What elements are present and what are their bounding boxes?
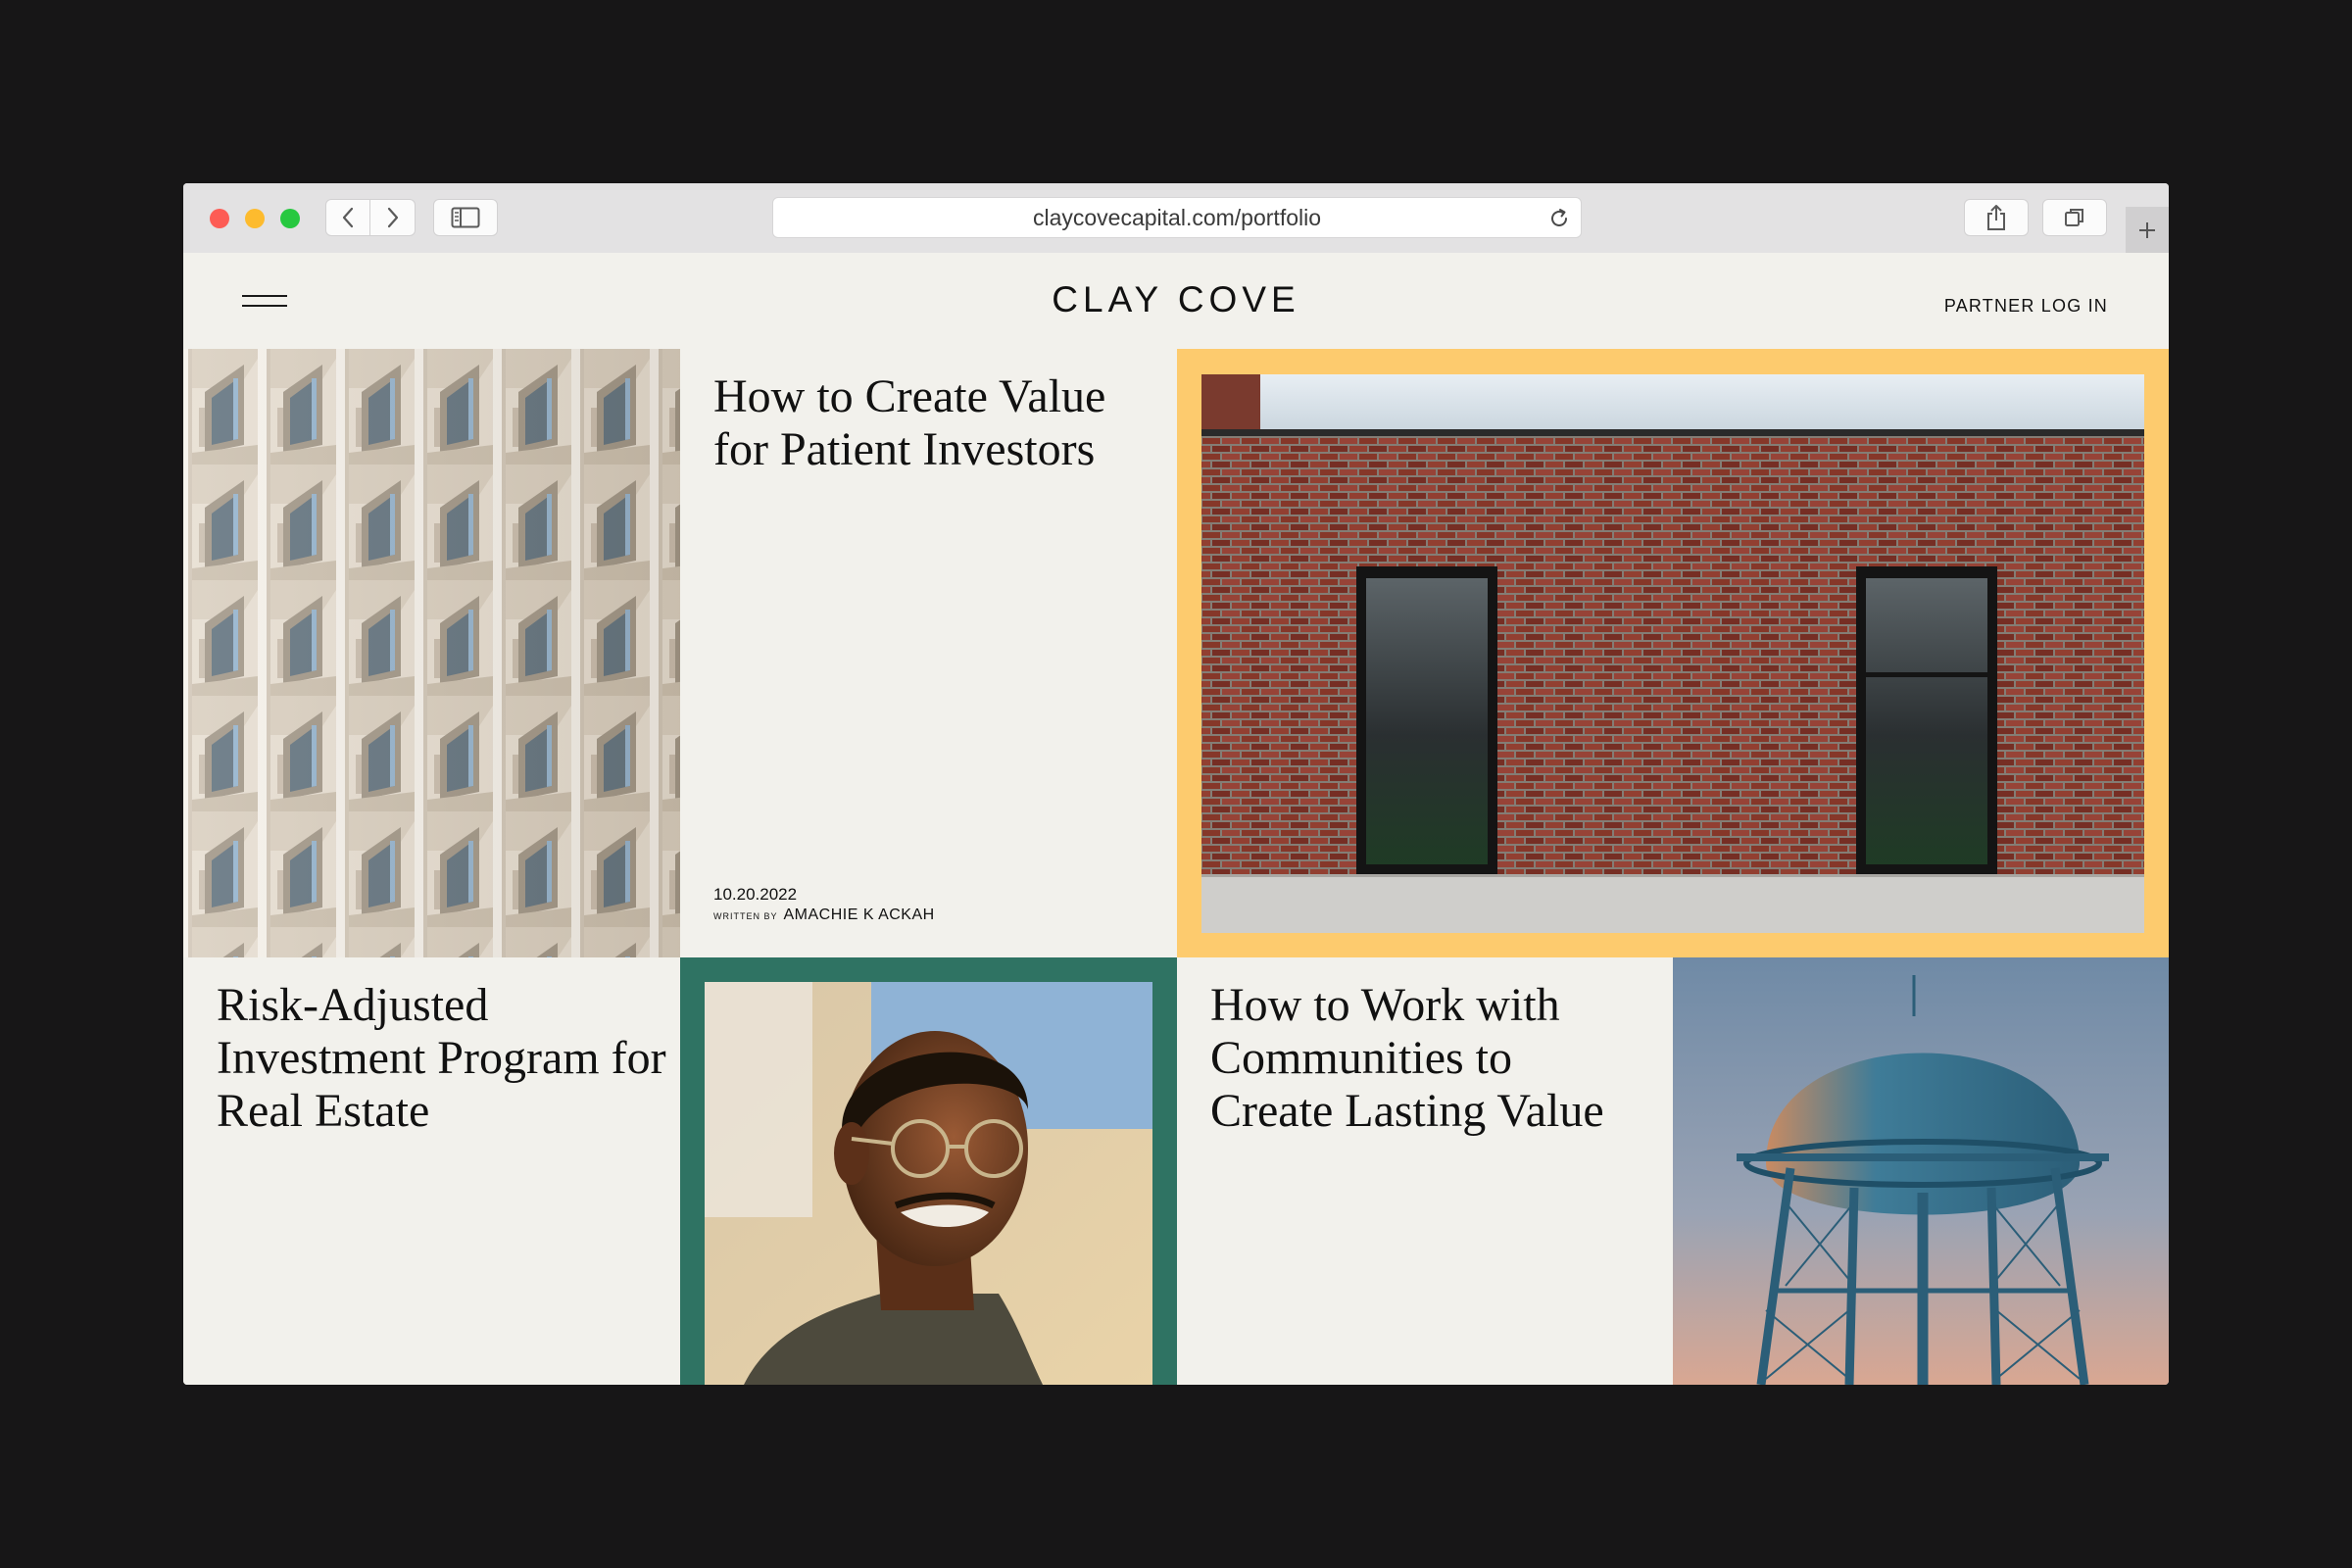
- article-title[interactable]: How to Work with Communities to Create L…: [1210, 979, 1642, 1138]
- sidebar-icon: [451, 207, 480, 228]
- water-tower-illustration: [1673, 957, 2169, 1385]
- address-bar[interactable]: claycovecapital.com/portfolio: [772, 197, 1582, 238]
- zoom-window-button[interactable]: [280, 209, 300, 228]
- browser-toolbar: claycovecapital.com/portfolio: [183, 183, 2169, 254]
- water-tower-image[interactable]: [1673, 957, 2169, 1385]
- close-window-button[interactable]: [210, 209, 229, 228]
- article-author: AMACHIE K ACKAH: [783, 906, 935, 923]
- partner-login-link[interactable]: PARTNER LOG IN: [1944, 296, 2108, 317]
- chevron-left-icon: [342, 207, 354, 228]
- reload-icon[interactable]: [1547, 207, 1571, 230]
- featured-image-brick-wall[interactable]: [1177, 349, 2169, 957]
- share-icon: [1987, 205, 2005, 230]
- tabs-icon: [2065, 209, 2083, 226]
- plus-icon: [2139, 221, 2155, 238]
- back-button[interactable]: [325, 199, 370, 236]
- article-byline: WRITTEN BY AMACHIE K ACKAH: [713, 906, 935, 924]
- portrait-illustration: [705, 982, 1152, 1385]
- portrait-image-card[interactable]: [680, 957, 1177, 1385]
- browser-window: claycovecapital.com/portfolio CLAY COVE …: [183, 183, 2169, 1385]
- minimize-window-button[interactable]: [245, 209, 265, 228]
- url-text[interactable]: claycovecapital.com/portfolio: [773, 198, 1581, 237]
- brick-wall-illustration: [1201, 374, 2144, 933]
- article-title[interactable]: Risk-Adjusted Investment Program for Rea…: [217, 979, 667, 1138]
- new-tab-button[interactable]: [2126, 207, 2169, 253]
- written-by-label: WRITTEN BY: [713, 911, 778, 921]
- site-header: CLAY COVE PARTNER LOG IN: [183, 253, 2169, 349]
- building-facade-image[interactable]: [183, 349, 680, 957]
- article-card-patient-investors[interactable]: How to Create Value for Patient Investor…: [680, 349, 1177, 957]
- site-logo[interactable]: CLAY COVE: [183, 279, 2169, 320]
- article-date: 10.20.2022: [713, 885, 798, 904]
- facade-illustration: [183, 349, 680, 957]
- article-card-risk-adjusted[interactable]: Risk-Adjusted Investment Program for Rea…: [183, 957, 680, 1385]
- tab-overview-button[interactable]: [2042, 199, 2107, 236]
- chevron-right-icon: [387, 207, 398, 228]
- forward-button[interactable]: [370, 199, 416, 236]
- share-button[interactable]: [1964, 199, 2029, 236]
- article-title[interactable]: How to Create Value for Patient Investor…: [713, 370, 1145, 476]
- article-card-communities[interactable]: How to Work with Communities to Create L…: [1177, 957, 1673, 1385]
- sidebar-toggle-button[interactable]: [433, 199, 498, 236]
